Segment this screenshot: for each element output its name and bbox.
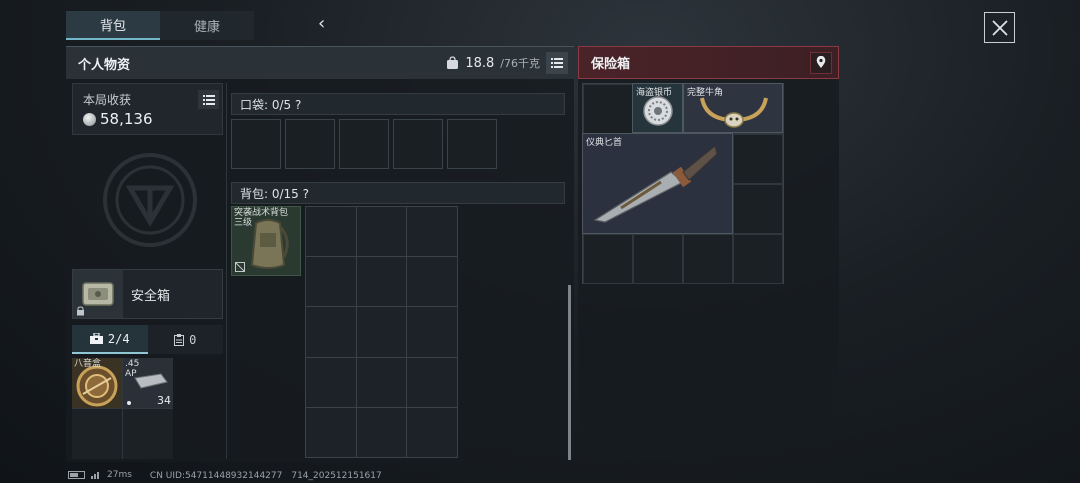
faction-emblem-icon [103,153,197,247]
safebox-icon [82,282,114,306]
backpack-cell[interactable] [356,307,407,357]
pocket-slot[interactable] [393,119,443,169]
backpack-cell[interactable] [407,357,457,407]
backpack-cell[interactable] [306,357,356,407]
vault-cell[interactable] [733,184,783,234]
container-subtabs: 2/4 0 [72,325,223,354]
dot-icon [127,401,131,405]
safe-slot-label: .45 AP [125,359,140,379]
divider [226,83,227,459]
list-icon [551,58,563,68]
backpack-cell[interactable] [306,407,356,457]
backpack-cell[interactable] [306,257,356,307]
subtab-clipboard[interactable]: 0 [148,325,224,354]
pocket-slot[interactable] [285,119,335,169]
weight-indicator: 18.8/76千克 [446,52,568,74]
backpack-cell[interactable] [407,257,457,307]
ping-value: 27ms [107,469,132,480]
dagger-icon [593,145,718,223]
backpack-cell[interactable] [306,207,356,257]
backpack-header: 背包: 0/15 ? [231,182,565,204]
top-tabbar: 背包 健康 [66,11,254,40]
chevron-left-icon[interactable]: ‹ [318,13,325,34]
backpack-cell[interactable] [356,207,407,257]
harvest-label: 本局收获 [83,93,132,107]
vault-cell[interactable] [583,84,633,134]
backpack-cell[interactable] [407,207,457,257]
vault-cell[interactable] [583,234,633,284]
list-icon [202,94,215,105]
vault-item-silver-coin[interactable]: 海盗银币 [632,83,683,133]
safebox-grid: 八音盒 .45 AP 34 [72,358,173,459]
safebox-slot[interactable]: 安全箱 [72,269,223,319]
pocket-slot[interactable] [339,119,389,169]
sort-button[interactable] [546,52,568,74]
pocket-slots [231,119,497,169]
safebox-thumb [73,270,123,318]
tab-backpack[interactable]: 背包 [66,11,160,40]
uid-text: CN UID:54711448932144277 714_20251215161… [149,471,382,481]
weight-current: 18.8 [465,55,495,71]
tab-health[interactable]: 健康 [160,11,254,40]
backpack-item[interactable]: 突袭战术背包 三级 [231,206,301,276]
backpack-cell[interactable] [356,407,407,457]
silver-coin-icon [643,96,673,126]
safe-slot-count: 34 [157,394,171,407]
locate-button[interactable] [810,51,832,74]
signal-icon [91,471,99,479]
toolbox-icon [89,333,103,344]
music-box-icon [76,365,118,407]
backpack-cell[interactable] [356,357,407,407]
location-pin-icon [816,56,826,68]
safebox-label: 安全箱 [131,288,171,304]
personal-header: 个人物资 18.8/76千克 [66,46,574,79]
pocket-header: 口袋: 0/5 ? [231,93,565,115]
close-button[interactable] [984,12,1015,43]
personal-title: 个人物资 [78,57,131,73]
lock-icon [77,306,84,316]
safe-slot-empty[interactable] [123,409,173,459]
subtab-toolbox-label: 2/4 [107,331,130,346]
subtab-toolbox[interactable]: 2/4 [72,325,148,354]
vault-cell[interactable] [733,134,783,184]
scrollbar[interactable] [568,285,571,460]
harvest-value: 58,136 [100,110,153,128]
backpack-cell[interactable] [407,307,457,357]
pocket-slot[interactable] [447,119,497,169]
vault-item-dagger[interactable]: 仪典匕首 [582,133,733,234]
backpack-item-label: 突袭战术背包 三级 [234,208,289,228]
vault-item-horn[interactable]: 完整牛角 [683,83,783,133]
vault-item-label: 完整牛角 [687,88,724,98]
safe-slot-music-box[interactable]: 八音盒 [72,358,122,408]
battery-icon [68,470,85,479]
pocket-slot[interactable] [231,119,281,169]
vault-cell[interactable] [633,234,683,284]
safe-slot-ammo[interactable]: .45 AP 34 [123,358,173,408]
backpack-cell[interactable] [306,307,356,357]
weight-max: /76千克 [500,57,540,70]
vault-header: 保险箱 [578,46,839,79]
clipboard-icon [174,333,185,346]
vault-title: 保险箱 [591,57,631,72]
subtab-clipboard-label: 0 [189,332,197,347]
safe-slot-label: 八音盒 [74,359,102,369]
backpack-grid [305,206,458,458]
harvest-value-row: 58,136 [83,110,212,128]
harvest-list-button[interactable] [198,90,219,109]
currency-icon [83,112,96,126]
no-insure-icon [235,262,245,272]
backpack-cell[interactable] [356,257,407,307]
weight-icon [447,56,459,69]
safe-slot-empty[interactable] [72,409,122,459]
vault-cell[interactable] [733,234,783,284]
vault-item-label: 仪典匕首 [586,138,623,148]
status-bar: 27ms CN UID:54711448932144277 714_202512… [68,468,382,481]
vault-item-label: 海盗银币 [636,88,673,98]
vault-cell[interactable] [683,234,733,284]
backpack-cell[interactable] [407,407,457,457]
close-icon [991,19,1008,36]
